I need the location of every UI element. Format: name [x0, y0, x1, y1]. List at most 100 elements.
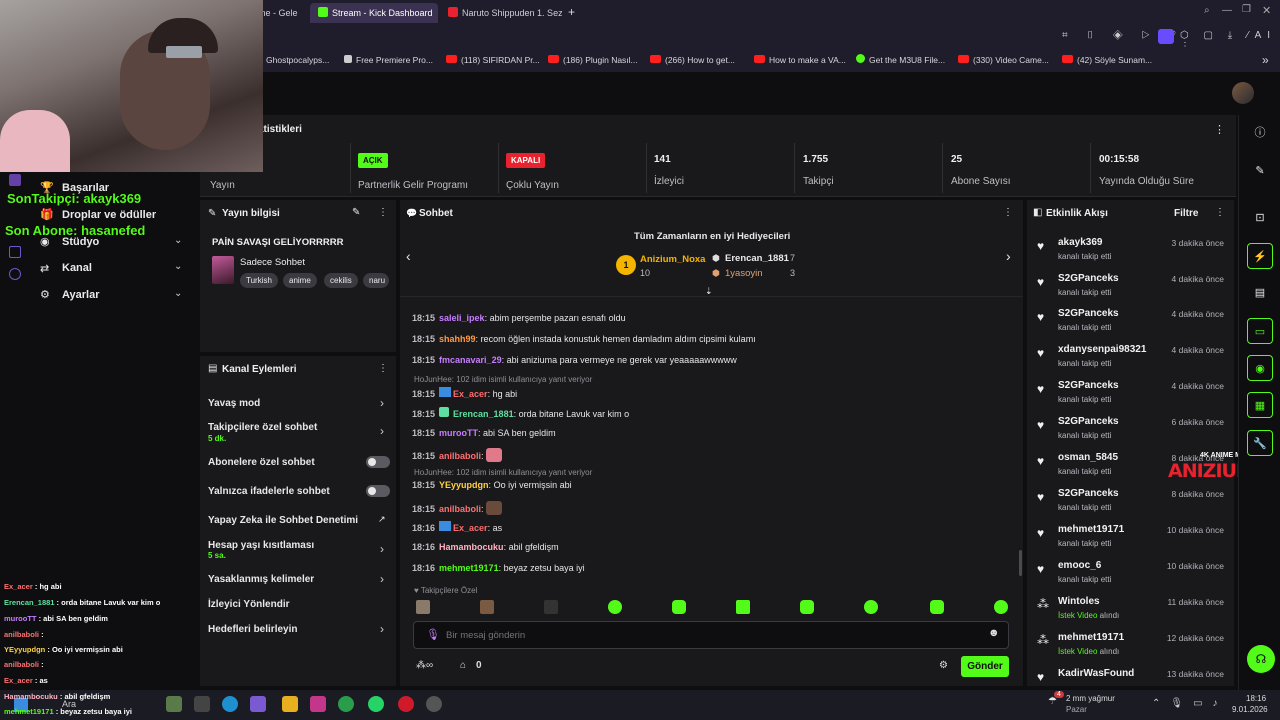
chevron-right-icon[interactable]: ›: [380, 622, 384, 636]
chat-username[interactable]: shahh99: [439, 334, 476, 344]
request-link[interactable]: İstek Video: [1058, 611, 1097, 620]
opera-icon[interactable]: [398, 696, 414, 712]
activity-item[interactable]: ♥ xdanysenpai98321 kanalı takip etti 4 daki…: [1027, 339, 1234, 373]
edge-icon[interactable]: [222, 696, 238, 712]
bookmark-item[interactable]: (42) Söyle Sunam...: [1062, 52, 1152, 68]
tab-naruto[interactable]: Naruto Shippuden 1. Sezo: [440, 3, 562, 23]
chat-username[interactable]: Ex_acer: [453, 523, 488, 533]
pencil-icon[interactable]: ✎: [1247, 158, 1273, 184]
weather-text[interactable]: 2 mm yağmur: [1066, 694, 1115, 703]
activity-item[interactable]: ⁂ Wintoles İstek Video alındı 11 dakika önc…: [1027, 591, 1234, 625]
new-tab-button[interactable]: +: [568, 5, 575, 19]
bookmark-item[interactable]: Ghostpocalyps...: [266, 52, 329, 68]
broadcast-icon[interactable]: ◉: [1247, 355, 1273, 381]
chevron-right-icon[interactable]: ›: [1006, 248, 1011, 264]
emote-only-toggle[interactable]: [366, 485, 390, 497]
tool-icon[interactable]: [9, 246, 21, 258]
chat-scrollbar[interactable]: [1019, 550, 1022, 576]
clock-date[interactable]: 9.01.2026: [1232, 705, 1268, 714]
whatsapp-icon[interactable]: [368, 696, 384, 712]
activity-item[interactable]: ♥ emooc_6 kanalı takip etti 10 dakika önce: [1027, 555, 1234, 589]
emote-button[interactable]: [800, 600, 814, 614]
copilot-icon[interactable]: [250, 696, 266, 712]
taskbar-app-icon[interactable]: [166, 696, 182, 712]
tray-icons[interactable]: ⌃🎙▭♪: [1152, 698, 1228, 709]
chevron-right-icon[interactable]: ›: [380, 542, 384, 556]
menu-icon[interactable]: ⋮: [1215, 207, 1225, 218]
chrome-icon[interactable]: [338, 696, 354, 712]
edit-icon[interactable]: ✎: [352, 207, 360, 218]
bookmark-item[interactable]: (118) SIFIRDAN Pr...: [446, 52, 540, 68]
chevron-down-icon[interactable]: ⌄: [174, 235, 182, 246]
bookmark-item[interactable]: Get the M3U8 File...: [856, 52, 945, 68]
support-icon[interactable]: ☊: [1247, 645, 1275, 673]
minimize-icon[interactable]: —: [1222, 5, 1232, 16]
chat-input-box[interactable]: 🎙 ☻: [413, 621, 1009, 649]
stats-menu-icon[interactable]: ⋮: [1214, 123, 1225, 136]
lightning-icon[interactable]: ⚡: [1247, 243, 1273, 269]
chevron-down-icon[interactable]: ⌄: [174, 288, 182, 299]
emote-button[interactable]: [480, 600, 494, 614]
menu-icon[interactable]: ⋮: [378, 207, 388, 218]
sidebar-item-channel[interactable]: Kanal: [62, 262, 92, 274]
emote-button[interactable]: [864, 600, 878, 614]
chat-username[interactable]: anilbaboli: [439, 504, 481, 514]
bookmark-item[interactable]: Free Premiere Pro...: [344, 52, 433, 68]
followers-only-row[interactable]: Takipçilere özel sohbet: [208, 422, 317, 433]
clock-time[interactable]: 18:16: [1246, 694, 1266, 703]
obs-icon[interactable]: [426, 696, 442, 712]
chat-username[interactable]: anilbaboli: [439, 451, 481, 461]
emote-button[interactable]: [416, 600, 430, 614]
chat-input[interactable]: [446, 627, 966, 643]
emote-button[interactable]: [608, 600, 622, 614]
banned-words-row[interactable]: Yasaklanmış kelimeler: [208, 574, 314, 585]
gear-icon[interactable]: [9, 268, 21, 280]
activity-item[interactable]: ♥ S2GPanceks kanalı takip etti 4 dakika önc…: [1027, 303, 1234, 337]
chat-username[interactable]: Erencan_1881: [453, 409, 514, 419]
activity-item[interactable]: ♥ S2GPanceks kanalı takip etti 4 dakika önc…: [1027, 375, 1234, 409]
chat-username[interactable]: fmcanavari_29: [439, 355, 502, 365]
emote-button[interactable]: [994, 600, 1008, 614]
bookmark-item[interactable]: (186) Plugin Nasıl...: [548, 52, 638, 68]
menu-icon[interactable]: ⋮: [1003, 207, 1013, 218]
ai-moderation-row[interactable]: Yapay Zeka ile Sohbet Denetimi: [208, 515, 358, 526]
chevron-right-icon[interactable]: ›: [380, 424, 384, 438]
more-bookmarks-icon[interactable]: »: [1262, 52, 1269, 68]
activity-item[interactable]: ♥ mehmet19171 kanalı takip etti 10 dakika ö…: [1027, 519, 1234, 553]
camera-icon[interactable]: ⊡: [1247, 205, 1273, 231]
gear-icon[interactable]: ⚙: [939, 660, 948, 671]
activity-item[interactable]: ♥ S2GPanceks kanalı takip etti 4 dakika önc…: [1027, 268, 1234, 302]
chevron-down-icon[interactable]: ⌄: [174, 261, 182, 272]
chevron-left-icon[interactable]: ‹: [406, 248, 411, 264]
chat-username[interactable]: mehmet19171: [439, 563, 499, 573]
menu-icon[interactable]: ⋮: [378, 363, 388, 374]
extension-icon[interactable]: [1158, 29, 1174, 44]
category-name[interactable]: Sadece Sohbet: [240, 257, 305, 268]
sidebar-item-drops[interactable]: Droplar ve ödüller: [62, 209, 156, 221]
chevron-right-icon[interactable]: ›: [380, 396, 384, 410]
emote-button[interactable]: [544, 600, 558, 614]
emote-button[interactable]: [672, 600, 686, 614]
chat-username[interactable]: saleli_ipek: [439, 313, 485, 323]
activity-item[interactable]: ⁂ mehmet19171 İstek Video alındı 12 dakika …: [1027, 627, 1234, 661]
slow-mode-row[interactable]: Yavaş mod: [208, 398, 260, 409]
account-age-row[interactable]: Hesap yaşı kısıtlaması: [208, 540, 314, 551]
raid-row[interactable]: İzleyici Yönlendir: [208, 599, 290, 610]
tab-kick-dashboard[interactable]: Stream - Kick Dashboard: [310, 3, 438, 23]
layout-icon[interactable]: ▦: [1247, 392, 1273, 418]
external-link-icon[interactable]: ↗: [378, 514, 386, 525]
close-icon[interactable]: ✕: [1262, 4, 1271, 17]
activity-item[interactable]: ♥ KadirWasFound 13 dakika önce: [1027, 663, 1234, 684]
chat-points-icon[interactable]: ⁂∞: [416, 660, 433, 671]
chat-username[interactable]: YEyyupdgn: [439, 480, 489, 490]
task-view-icon[interactable]: [194, 696, 210, 712]
emote-button[interactable]: [930, 600, 944, 614]
search-icon[interactable]: ⌕: [1204, 5, 1210, 16]
instagram-icon[interactable]: [310, 696, 326, 712]
sidebar-item-settings[interactable]: Ayarlar: [62, 289, 100, 301]
chat-username[interactable]: Hamambocuku: [439, 542, 504, 552]
emoji-icon[interactable]: ☻: [988, 627, 1000, 639]
activity-item[interactable]: ♥ S2GPanceks kanalı takip etti 6 dakika önc…: [1027, 411, 1234, 445]
goals-row[interactable]: Hedefleri belirleyin: [208, 624, 297, 635]
avatar[interactable]: [1232, 82, 1254, 104]
